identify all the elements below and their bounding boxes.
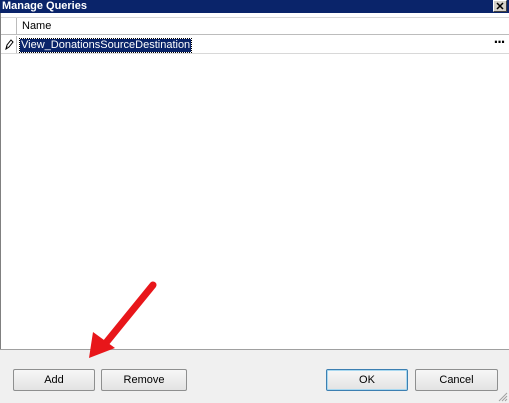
- query-name-value[interactable]: View_DonationsSourceDestination: [18, 38, 193, 53]
- row-selector[interactable]: [1, 36, 17, 53]
- remove-button[interactable]: Remove: [101, 369, 187, 391]
- cancel-button[interactable]: Cancel: [415, 369, 498, 391]
- header-gutter: [1, 18, 17, 35]
- pencil-icon: [4, 39, 14, 50]
- window-title: Manage Queries: [2, 0, 87, 12]
- table-row[interactable]: View_DonationsSourceDestination ···: [1, 36, 509, 54]
- close-button[interactable]: [493, 0, 507, 12]
- ok-button[interactable]: OK: [326, 369, 408, 391]
- resize-grip-icon[interactable]: [496, 390, 508, 402]
- column-header-name[interactable]: Name: [22, 20, 51, 32]
- name-cell-editor[interactable]: View_DonationsSourceDestination: [18, 38, 490, 53]
- ellipsis-button[interactable]: ···: [491, 36, 507, 53]
- close-icon: [496, 2, 504, 10]
- grid-header-row: Name: [1, 17, 509, 35]
- add-button[interactable]: Add: [13, 369, 95, 391]
- button-panel: Add Remove OK Cancel: [0, 349, 509, 403]
- queries-grid: Name View_DonationsSourceDestination ···: [0, 13, 509, 349]
- title-bar: Manage Queries: [0, 0, 509, 13]
